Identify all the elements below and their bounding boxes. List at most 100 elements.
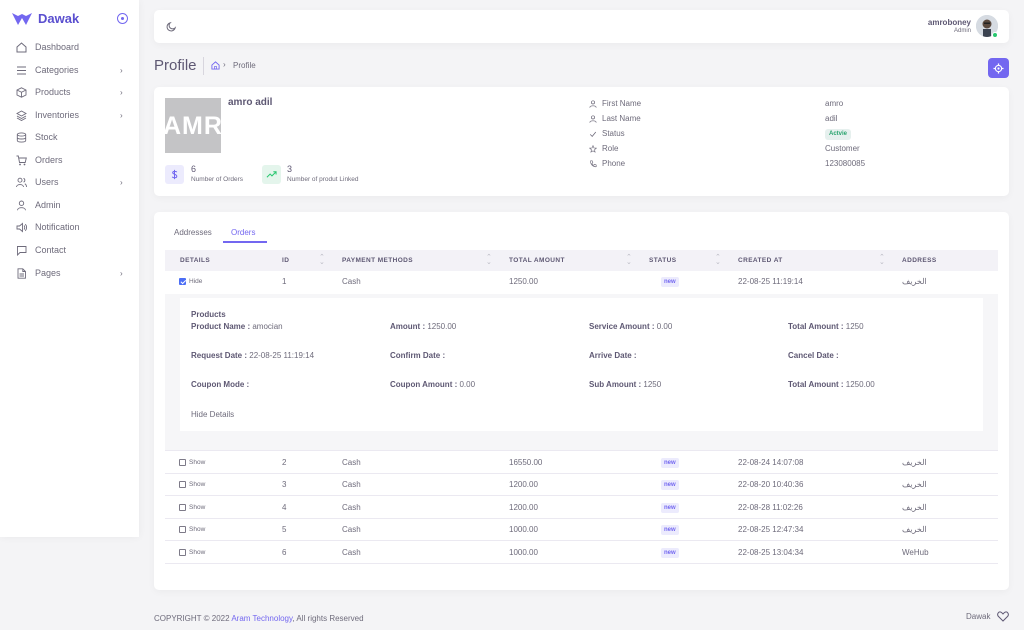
status-badge: Actvie [825,129,852,140]
hide-details-link[interactable]: Hide Details [191,410,234,419]
sidebar-item-contact[interactable]: Contact [16,243,131,259]
sidebar-item-dashboard[interactable]: Dashboard [16,40,131,56]
total-amount: 1200.00 [509,503,538,512]
sidebar-item-label: Categories [35,65,79,75]
detail-field-value: 1250 [641,380,662,389]
moon-icon[interactable] [166,21,177,32]
sidebar-item-admin[interactable]: Admin [16,198,131,214]
products-stat-box [262,165,281,184]
details-heading: Products [191,310,226,319]
column-header[interactable]: ID [282,257,289,264]
table-header: DETAILS ID ⌃ ⌄ PAYMENT METHODS ⌃ ⌄ TOTAL A… [165,250,998,271]
order-id: 5 [282,525,287,534]
details-toggle-label[interactable]: Show [189,504,205,511]
rights-text: , All rights Reserved [292,614,364,623]
column-header[interactable]: STATUS [649,257,676,264]
sidebar-toggle-icon[interactable] [117,13,128,24]
detail-field-value: 0.00 [654,322,673,331]
role-value: Customer [825,144,860,153]
tab-orders[interactable]: Orders [231,228,255,237]
settings-button[interactable] [988,58,1009,78]
status-label: Status [602,129,625,138]
detail-field-value: 0.00 [457,380,476,389]
table-row: Show 2 Cash 16550.00 new 22-08-24 14:07:08 الخ… [165,452,998,474]
profile-name: amro adil [228,97,273,108]
sort-icon[interactable]: ⌃ ⌄ [486,254,492,266]
chevron-right-icon: › [120,88,123,97]
top-navbar: amroboney Admin [154,10,1009,43]
column-header[interactable]: TOTAL AMOUNT [509,257,565,264]
sort-icon[interactable]: ⌃ ⌄ [626,254,632,266]
chevron-right-icon: › [120,66,123,75]
details-toggle-checkbox[interactable] [179,481,186,488]
detail-field-value: 1250 [843,322,864,331]
profile-image: AMRO [165,98,221,153]
payment-method: Cash [342,458,361,467]
message-icon [17,246,27,256]
status-badge: new [661,480,679,490]
detail-field-label: Request Date : [191,351,248,360]
order-details-box: Products Product Name : amocian Amount : … [180,298,983,431]
brand-logo-icon [12,13,32,25]
created-at: 22-08-24 14:07:08 [738,458,804,467]
address: الخريف [902,503,927,512]
table-row: Show 6 Cash 1000.00 new 22-08-25 13:04:34 WeHu… [165,542,998,564]
details-toggle-checkbox[interactable] [179,504,186,511]
created-at: 22-08-25 13:04:34 [738,548,804,557]
details-toggle-label[interactable]: Show [189,459,205,466]
address: الخريف [902,277,927,286]
tab-addresses[interactable]: Addresses [174,228,212,237]
sidebar-item-users[interactable]: Users › [16,175,131,191]
cart-icon [16,155,27,166]
detail-field-value: 1250.00 [843,380,875,389]
company-link[interactable]: Aram Technology [231,614,292,623]
sidebar-item-stock[interactable]: Stock [16,130,131,146]
role-label: Role [602,144,619,153]
breadcrumb-current: Profile [233,61,256,70]
sidebar-item-notification[interactable]: Notification [16,220,131,236]
user-icon [589,115,597,123]
detail-field-label: Total Amount : [788,380,844,389]
detail-field-label: Arrive Date : [589,351,637,360]
orders-count: 6 [191,164,197,174]
detail-field-value: 22-08-25 11:19:14 [247,351,315,360]
table-row: Hide 1 Cash 1250.00 new 22-08-25 11:19:14 الخر… [165,271,998,293]
breadcrumb-chevron-icon: › [223,60,226,69]
sidebar-item-products[interactable]: Products › [16,85,131,101]
brand[interactable]: Dawak [12,10,132,28]
page-title: Profile [154,57,197,74]
chevron-right-icon: › [120,269,123,278]
file-icon [17,268,26,279]
list-icon [17,66,26,75]
status-badge: new [661,548,679,558]
user-name[interactable]: amroboney [928,18,971,27]
details-toggle-checkbox[interactable] [179,459,186,466]
sidebar-item-orders[interactable]: Orders [16,153,131,169]
details-toggle-label[interactable]: Show [189,526,205,533]
sidebar-item-categories[interactable]: Categories › [16,63,131,79]
layers-icon [16,110,27,121]
column-header[interactable]: CREATED AT [738,257,783,264]
sort-icon[interactable]: ⌃ ⌄ [319,254,325,266]
sidebar-item-label: Admin [35,200,61,210]
detail-field-value: amocian [250,322,283,331]
sidebar-item-inventories[interactable]: Inventories › [16,108,131,124]
sidebar-item-label: Products [35,87,71,97]
sidebar-item-pages[interactable]: Pages › [16,266,131,282]
detail-field: Service Amount : 0.00 [589,322,672,331]
heart-icon [997,611,1009,622]
details-toggle-label[interactable]: Show [189,481,205,488]
details-toggle-label[interactable]: Show [189,549,205,556]
details-toggle-label[interactable]: Hide [189,278,202,285]
home-icon[interactable] [211,61,220,70]
details-toggle-checkbox[interactable] [179,549,186,556]
phone-icon [590,160,597,168]
sort-icon[interactable]: ⌃ ⌄ [715,254,721,266]
details-toggle-checkbox[interactable] [179,278,186,285]
created-at: 22-08-25 12:47:34 [738,525,804,534]
column-header[interactable]: PAYMENT METHODS [342,257,413,264]
package-icon [16,87,27,98]
details-toggle-checkbox[interactable] [179,526,186,533]
sort-icon[interactable]: ⌃ ⌄ [879,254,885,266]
user-role: Admin [953,28,971,34]
